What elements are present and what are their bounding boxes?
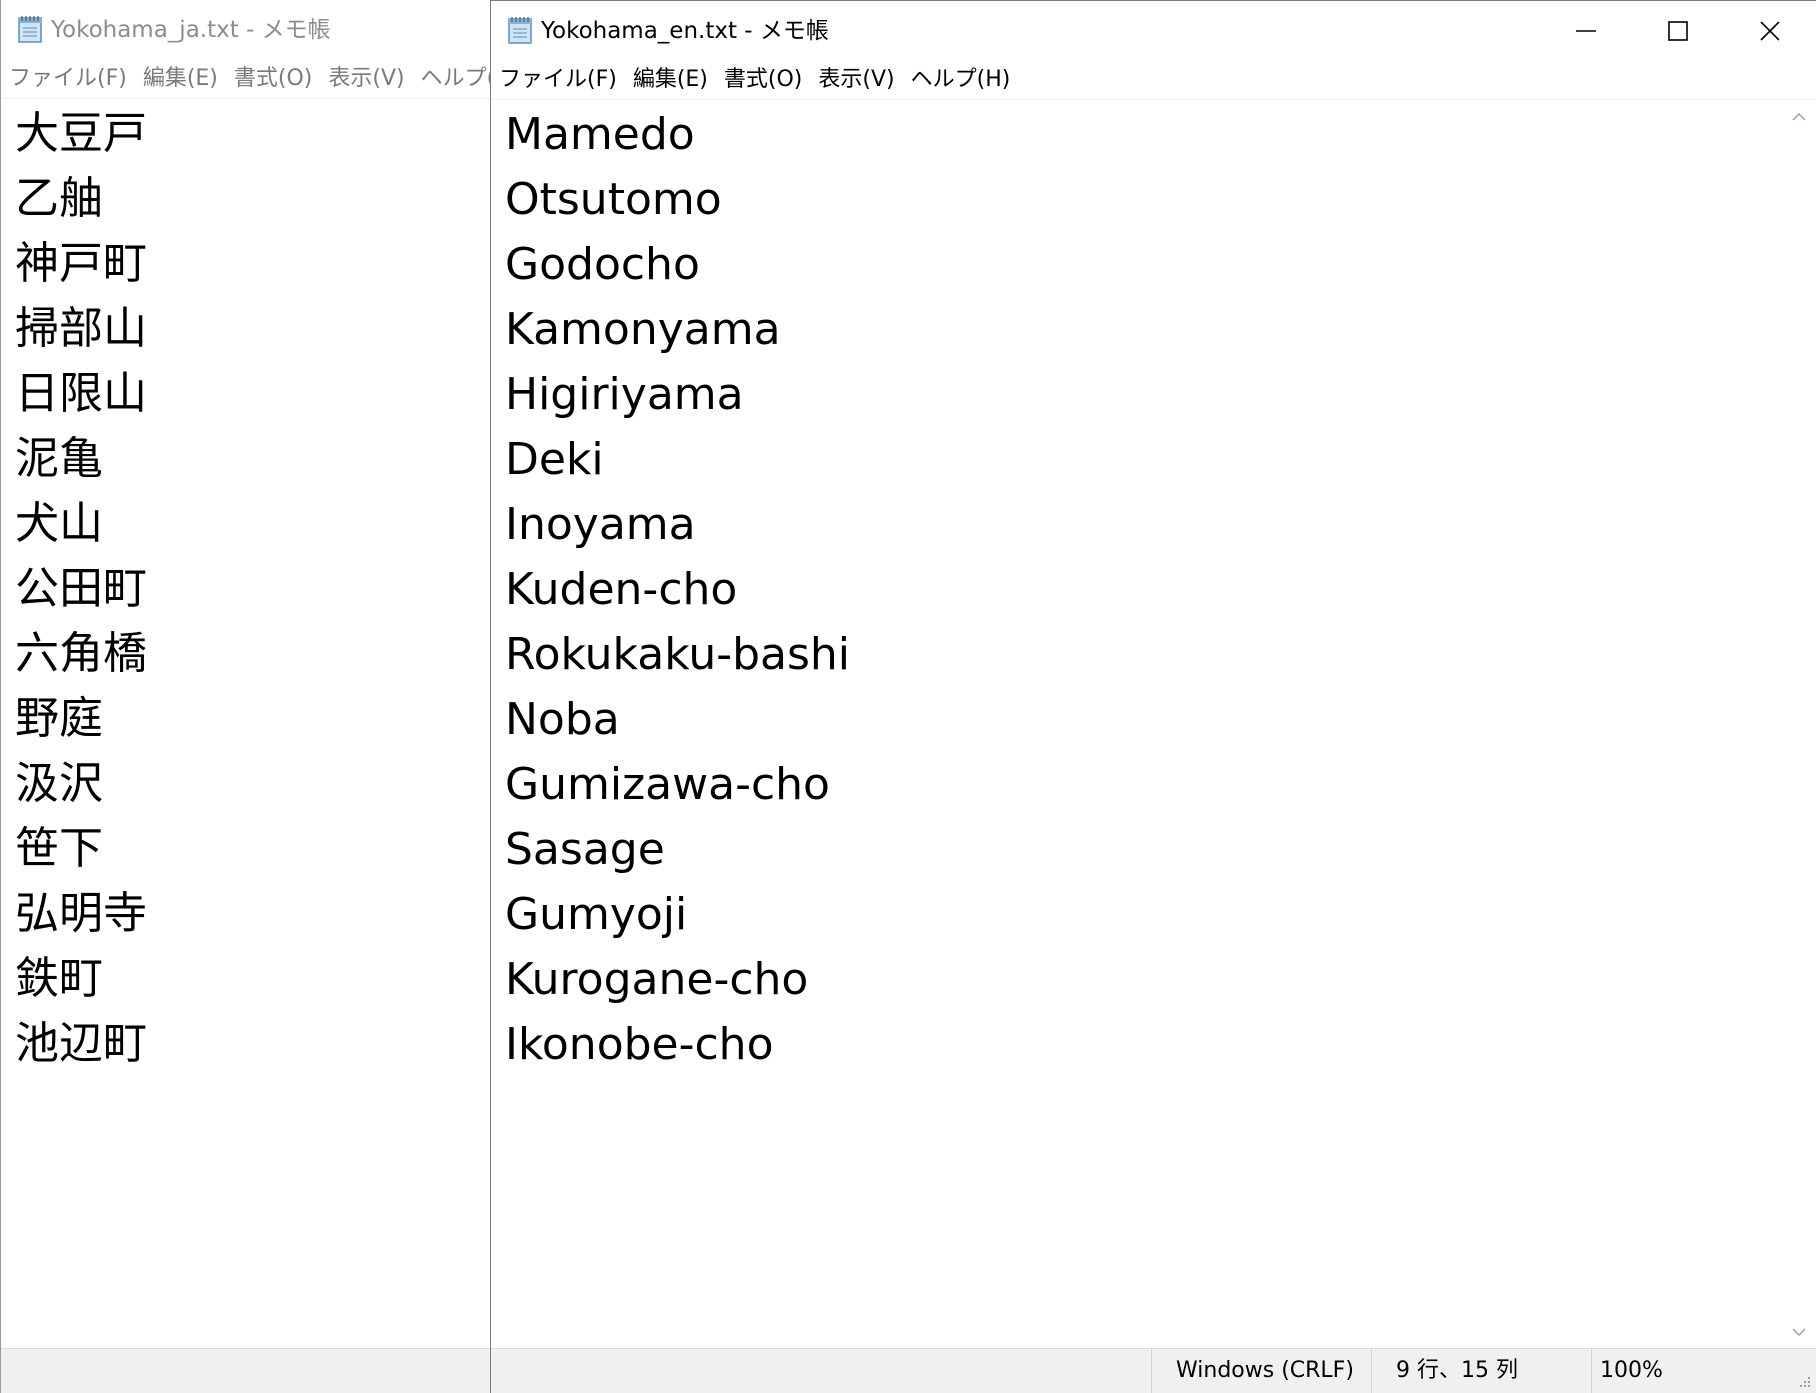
status-zoom: 100% [1591, 1349, 1771, 1393]
window-title: Yokohama_ja.txt - メモ帳 [51, 17, 331, 43]
notepad-window-ja[interactable]: Yokohama_ja.txt - メモ帳 ファイル(F) 編集(E) 書式(O… [0, 0, 490, 1393]
menu-bar: ファイル(F) 編集(E) 書式(O) 表示(V) ヘルプ(H) [491, 61, 1816, 100]
scroll-up-button[interactable] [1782, 100, 1816, 134]
notepad-icon [18, 16, 42, 43]
text-line: Mamedo [505, 109, 695, 160]
menu-file[interactable]: ファイル(F) [1, 60, 135, 98]
menu-bar: ファイル(F) 編集(E) 書式(O) 表示(V) ヘルプ(H) [1, 60, 490, 99]
text-line: 日限山 [15, 368, 147, 419]
status-cursor-position: 9 行、15 列 [1371, 1349, 1591, 1393]
text-line: 公田町 [15, 563, 147, 614]
window-title: Yokohama_en.txt - メモ帳 [541, 18, 829, 44]
minimize-button[interactable] [1540, 1, 1632, 61]
title-bar[interactable]: Yokohama_ja.txt - メモ帳 [1, 0, 490, 60]
close-icon [1760, 21, 1780, 41]
status-line-ending: Windows (CRLF) [1151, 1349, 1371, 1393]
vertical-scrollbar[interactable] [1782, 100, 1816, 1349]
menu-view[interactable]: 表示(V) [810, 61, 902, 99]
text-line: Kamonyama [505, 304, 781, 355]
chevron-down-icon [1792, 1328, 1806, 1337]
text-line: 笹下 [15, 823, 103, 874]
text-line: 汲沢 [15, 758, 103, 809]
text-line: 乙舳 [15, 173, 103, 224]
text-editor[interactable]: 大豆戸 乙舳 神戸町 掃部山 日限山 泥亀 犬山 公田町 六角橋 野庭 汲沢 笹… [1, 99, 490, 1349]
text-line: 犬山 [15, 498, 103, 549]
text-line: 池辺町 [15, 1018, 147, 1069]
text-line: 弘明寺 [15, 888, 147, 939]
text-line: Deki [505, 434, 604, 485]
text-line: 掃部山 [15, 303, 147, 354]
text-line: Noba [505, 694, 620, 745]
minimize-icon [1576, 30, 1596, 32]
menu-edit[interactable]: 編集(E) [135, 60, 226, 98]
menu-help[interactable]: ヘルプ(H) [413, 60, 490, 98]
text-line: Gumyoji [505, 889, 688, 940]
resize-grip-icon[interactable] [1796, 1373, 1812, 1389]
text-line: Inoyama [505, 499, 696, 550]
status-bar [1, 1348, 490, 1393]
menu-format[interactable]: 書式(O) [716, 61, 810, 99]
menu-help[interactable]: ヘルプ(H) [903, 61, 1019, 99]
status-bar: Windows (CRLF) 9 行、15 列 100% [491, 1348, 1816, 1393]
text-line: Sasage [505, 824, 665, 875]
text-line: 神戸町 [15, 238, 147, 289]
maximize-icon [1668, 21, 1688, 41]
chevron-up-icon [1792, 112, 1806, 121]
text-line: 野庭 [15, 693, 103, 744]
text-line: 泥亀 [15, 433, 103, 484]
close-button[interactable] [1724, 1, 1816, 61]
text-line: Higiriyama [505, 369, 744, 420]
notepad-window-en[interactable]: Yokohama_en.txt - メモ帳 ファイル(F) 編集(E) 書式(O… [490, 0, 1816, 1393]
text-line: Ikonobe-cho [505, 1019, 774, 1070]
menu-view[interactable]: 表示(V) [320, 60, 412, 98]
text-line: Kuden-cho [505, 564, 738, 615]
title-bar[interactable]: Yokohama_en.txt - メモ帳 [491, 1, 1816, 61]
notepad-icon [508, 17, 532, 44]
text-line: Otsutomo [505, 174, 722, 225]
scroll-down-button[interactable] [1782, 1315, 1816, 1349]
menu-file[interactable]: ファイル(F) [491, 61, 625, 99]
text-line: Rokukaku-bashi [505, 629, 851, 680]
text-editor[interactable]: Mamedo Otsutomo Godocho Kamonyama Higiri… [491, 100, 1782, 1349]
text-line: Kurogane-cho [505, 954, 809, 1005]
text-line: 大豆戸 [15, 108, 147, 159]
text-line: Gumizawa-cho [505, 759, 830, 810]
caption-buttons [1540, 1, 1816, 61]
text-line: 鉄町 [15, 953, 103, 1004]
maximize-button[interactable] [1632, 1, 1724, 61]
menu-edit[interactable]: 編集(E) [625, 61, 716, 99]
menu-format[interactable]: 書式(O) [226, 60, 320, 98]
text-line: 六角橋 [15, 628, 147, 679]
text-line: Godocho [505, 239, 700, 290]
